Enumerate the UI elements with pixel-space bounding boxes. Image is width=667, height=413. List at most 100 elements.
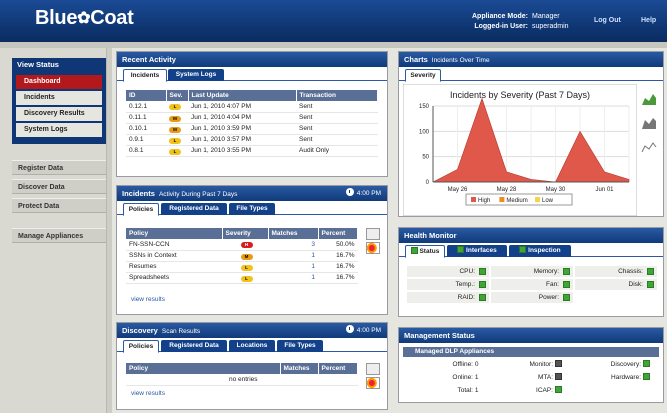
col-policy[interactable]: Policy [126, 363, 281, 374]
incident-id[interactable]: 0.10.1 [126, 123, 166, 135]
recent-activity-header: Recent Activity [117, 52, 387, 67]
incidents-title: Incidents [122, 189, 155, 198]
tab-locations[interactable]: Locations [229, 340, 275, 352]
table-view-icon[interactable] [366, 228, 380, 240]
sidebar-item-incidents[interactable]: Incidents [16, 91, 102, 105]
policy-name[interactable]: SSNs in Context [126, 250, 222, 262]
severity-cell: M [222, 250, 268, 262]
transaction: Sent [296, 134, 378, 146]
col-policy[interactable]: Policy [126, 228, 223, 239]
tab-inspection[interactable]: Inspection [509, 245, 571, 257]
health-item: CPU: [407, 266, 489, 277]
tab-incidents[interactable]: Incidents [123, 69, 167, 82]
severity-icon: H [240, 242, 253, 249]
tab-registered-data[interactable]: Registered Data [161, 203, 227, 215]
tab-policies[interactable]: Policies [123, 203, 159, 216]
sidebar-discover-data[interactable]: Discover Data [12, 179, 106, 194]
view-status-header[interactable]: View Status [12, 58, 106, 72]
col-percent[interactable]: Percent [318, 363, 358, 374]
col-matches[interactable]: Matches [268, 228, 319, 239]
severity-icon: M [169, 115, 181, 122]
severity-cell: L [222, 261, 268, 273]
tab-severity[interactable]: Severity [405, 69, 441, 82]
tab-registered-data[interactable]: Registered Data [161, 340, 227, 352]
matches-count[interactable]: 3 [268, 239, 318, 251]
col-severity[interactable]: Severity [222, 228, 269, 239]
x-tick-label: May 30 [546, 187, 566, 193]
stat-value: 0 [474, 361, 479, 368]
help-link[interactable]: Help [641, 17, 656, 24]
health-label: RAID: [457, 294, 475, 301]
sidebar-item-discovery-results[interactable]: Discovery Results [16, 107, 102, 121]
feature-status: ICAP: [497, 385, 577, 396]
health-label: Fan: [545, 281, 559, 288]
tab-policies[interactable]: Policies [123, 340, 159, 353]
policy-name[interactable]: Resumes [126, 261, 222, 273]
incidents-table: Policy Severity Matches Percent FN-SSN-C… [126, 228, 358, 284]
clock-icon [345, 325, 354, 333]
discovery-panel: Discovery Scan Results 4:00 PM Policies Re… [116, 322, 388, 410]
last-update: Jun 1, 2010 3:57 PM [188, 134, 296, 146]
appliance-count: Online: 1 [403, 372, 497, 383]
matches-count[interactable]: 1 [268, 272, 318, 284]
logout-link[interactable]: Log Out [594, 17, 621, 24]
area-chart-icon[interactable] [641, 92, 657, 106]
health-label: Chassis: [618, 268, 643, 275]
stat-label: Online: [452, 374, 473, 381]
status-ok-icon [519, 246, 527, 253]
policy-name[interactable]: Spreadsheets [126, 272, 222, 284]
incident-id[interactable]: 0.8.1 [126, 145, 166, 157]
table-row[interactable]: Spreadsheets L 1 16.7% [126, 272, 358, 284]
pie-chart-icon[interactable] [366, 377, 380, 389]
legend-swatch [471, 197, 476, 202]
tab-file-types[interactable]: File Types [277, 340, 323, 352]
appliance-count: Offline: 0 [403, 359, 497, 370]
legend-label: Low [542, 198, 554, 204]
percent: 16.7% [318, 272, 358, 284]
severity-cell: L [166, 134, 188, 146]
tab-file-types[interactable]: File Types [229, 203, 275, 215]
policy-name[interactable]: FN-SSN-CCN [126, 239, 222, 251]
table-row[interactable]: 0.8.1 L Jun 1, 2010 3:55 PM Audit Only [126, 145, 378, 157]
legend-label: High [478, 198, 490, 204]
sidebar-manage-appliances[interactable]: Manage Appliances [12, 228, 106, 243]
tab-interfaces[interactable]: Interfaces [447, 245, 507, 257]
severity-icon: L [169, 137, 181, 144]
management-status-header: Management Status [399, 328, 663, 343]
table-view-icon[interactable] [366, 363, 380, 375]
y-tick-label: 150 [419, 104, 430, 110]
table-row[interactable]: Resumes L 1 16.7% [126, 261, 358, 273]
table-row[interactable]: 0.11.1 M Jun 1, 2010 4:04 PM Sent [126, 112, 378, 124]
sidebar-item-dashboard[interactable]: Dashboard [16, 75, 102, 89]
sidebar-register-data[interactable]: Register Data [12, 160, 106, 175]
severity-icon: M [240, 253, 253, 260]
status-ok-icon [647, 281, 654, 288]
incidents-view-results-link[interactable]: view results [131, 296, 165, 303]
col-id: ID [126, 90, 167, 101]
table-row[interactable]: 0.9.1 L Jun 1, 2010 3:57 PM Sent [126, 134, 378, 146]
line-chart-icon[interactable] [641, 140, 657, 154]
pie-chart-icon[interactable] [366, 242, 380, 254]
col-matches[interactable]: Matches [280, 363, 319, 374]
table-row[interactable]: 0.10.1 M Jun 1, 2010 3:59 PM Sent [126, 123, 378, 135]
sidebar-item-system-logs[interactable]: System Logs [16, 123, 102, 137]
sidebar-protect-data[interactable]: Protect Data [12, 198, 106, 213]
status-icon [554, 373, 562, 380]
table-row[interactable]: 0.12.1 L Jun 1, 2010 4:07 PM Sent [126, 101, 378, 113]
collapse-bar[interactable] [106, 48, 112, 413]
incident-id[interactable]: 0.11.1 [126, 112, 166, 124]
status-ok-icon [479, 294, 486, 301]
tab-system-logs[interactable]: System Logs [168, 69, 224, 81]
incident-id[interactable]: 0.12.1 [126, 101, 166, 113]
matches-count[interactable]: 1 [268, 250, 318, 262]
discovery-title: Discovery [122, 326, 158, 335]
matches-count[interactable]: 1 [268, 261, 318, 273]
stat-label: MTA: [537, 374, 553, 381]
table-row[interactable]: FN-SSN-CCN H 3 50.0% [126, 239, 358, 251]
incident-id[interactable]: 0.9.1 [126, 134, 166, 146]
tab-status[interactable]: Status [405, 245, 445, 258]
table-row[interactable]: SSNs in Context M 1 16.7% [126, 250, 358, 262]
discovery-view-results-link[interactable]: view results [131, 390, 165, 397]
col-percent[interactable]: Percent [318, 228, 358, 239]
stacked-chart-icon[interactable] [641, 116, 657, 130]
